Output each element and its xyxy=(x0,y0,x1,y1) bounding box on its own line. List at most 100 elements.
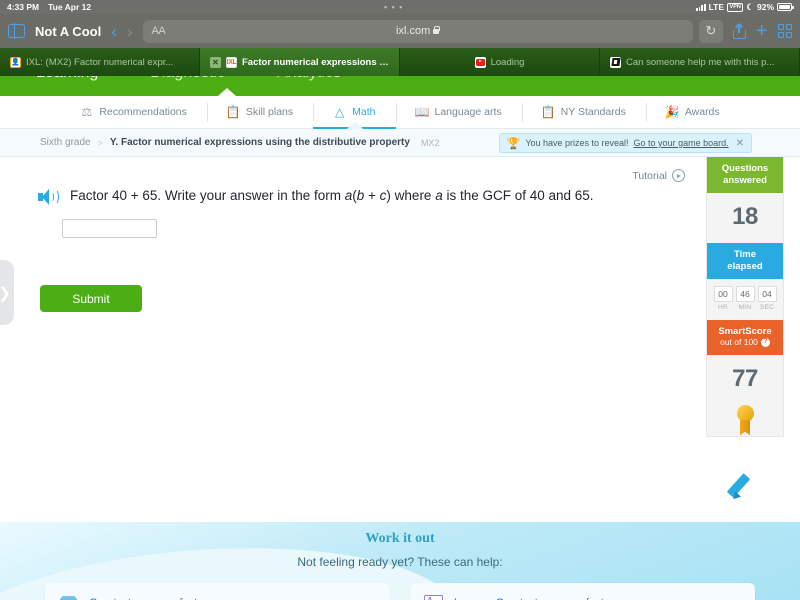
prize-message: You have prizes to reveal! xyxy=(525,138,629,148)
battery-percent: 92% xyxy=(756,2,774,12)
question-part-3: is the GCF of 40 and 65. xyxy=(442,188,594,203)
game-board-link[interactable]: Go to your game board. xyxy=(634,138,729,148)
question-text: Factor 40 + 65. Write your answer in the… xyxy=(70,187,594,205)
tab-title: IXL: (MX2) Factor numerical expr... xyxy=(26,56,174,68)
work-it-out-section: Work it out Not feeling ready yet? These… xyxy=(0,522,800,600)
tutorial-label: Tutorial xyxy=(632,169,667,182)
chevron-right-icon: ❯ xyxy=(0,284,11,302)
time-elapsed-clock: 00 HR 46 MIN 04 SEC xyxy=(707,279,783,320)
smartscore-header: SmartScore out of 100? xyxy=(707,319,783,356)
subnav-label: Math xyxy=(352,106,376,118)
subnav-label: Skill plans xyxy=(245,106,294,118)
subnav-label: NY Standards xyxy=(560,106,626,118)
question-mark-icon[interactable]: ? xyxy=(760,338,770,348)
help-card-lesson[interactable]: Lesson: Greatest common factor xyxy=(410,583,755,600)
question-part-2: where xyxy=(390,188,436,203)
subnav-label: Recommendations xyxy=(99,106,187,118)
vpn-badge-icon: VPN xyxy=(727,2,744,12)
clock-minutes: 46 MIN xyxy=(735,285,755,311)
browser-tab[interactable]: 👤 IXL: (MX2) Factor numerical expr... xyxy=(0,48,200,76)
pencil-icon[interactable] xyxy=(726,470,758,502)
awards-icon: 🎉 xyxy=(664,105,680,119)
questions-answered-header: Questions answered xyxy=(707,157,783,193)
share-icon[interactable] xyxy=(732,23,746,39)
panel-collapse-handle[interactable]: ❯ xyxy=(0,260,14,325)
sidebar-item-ny-standards[interactable]: 📋 NY Standards xyxy=(521,96,646,129)
language-arts-icon: 📖 xyxy=(414,105,430,119)
nav-item-analytics[interactable]: Analytics xyxy=(277,76,341,82)
reload-icon[interactable]: ↻ xyxy=(698,19,723,43)
moon-icon: ☾ xyxy=(746,1,754,12)
forward-icon[interactable]: › xyxy=(127,23,133,40)
lock-icon xyxy=(433,26,441,34)
safari-toolbar: Not A Cool ‹ › AAAA ixl.com ↻ + xyxy=(0,14,800,48)
skill-plans-icon: 📋 xyxy=(225,105,241,119)
answer-input[interactable] xyxy=(62,219,157,238)
work-it-out-title: Work it out xyxy=(365,531,435,546)
question-part-1: Factor 40 + 65. Write your answer in the… xyxy=(70,188,345,203)
status-left: 4:33 PM Tue Apr 12 xyxy=(0,2,91,12)
submit-button[interactable]: Submit xyxy=(40,285,142,312)
tab-title: Factor numerical expressions usi... xyxy=(242,56,389,68)
browser-tab[interactable]: Loading xyxy=(400,48,600,76)
ixl-primary-nav: Learning Diagnostic Analytics xyxy=(0,76,800,96)
breadcrumb-grade[interactable]: Sixth grade xyxy=(40,137,91,148)
play-circle-icon xyxy=(672,169,685,182)
question-row: Factor 40 + 65. Write your answer in the… xyxy=(38,187,594,205)
browser-tab-active[interactable]: ✕ IXL Factor numerical expressions usi..… xyxy=(200,48,400,76)
questions-answered-value: 18 xyxy=(732,202,758,230)
new-tab-icon[interactable]: + xyxy=(756,21,768,41)
standards-icon: 📋 xyxy=(540,105,556,119)
ixl-sub-nav: ⚖ Recommendations 📋 Skill plans △ Math 📖… xyxy=(0,96,800,130)
tab-overview-icon[interactable] xyxy=(777,23,792,39)
youtube-favicon xyxy=(474,56,486,68)
ixl-favicon: 👤 xyxy=(10,56,21,68)
back-icon[interactable]: ‹ xyxy=(111,23,117,40)
clock-hours: 00 HR xyxy=(713,285,733,311)
plus-sign: + xyxy=(364,188,380,203)
address-bar[interactable]: AAAA ixl.com xyxy=(142,19,693,43)
time-elapsed-header: Time elapsed xyxy=(707,242,783,279)
subnav-label: Awards xyxy=(684,106,720,118)
nav-item-diagnostic[interactable]: Diagnostic xyxy=(150,76,225,82)
profile-name[interactable]: Not A Cool xyxy=(35,24,101,39)
breadcrumb: Sixth grade > Y. Factor numerical expres… xyxy=(0,129,800,157)
network-type: LTE xyxy=(708,2,725,12)
nav-item-learning[interactable]: Learning xyxy=(36,76,98,82)
status-dots: • • • xyxy=(383,2,404,12)
sidebar-item-skill-plans[interactable]: 📋 Skill plans xyxy=(206,96,313,129)
whiteboard-icon xyxy=(424,595,443,600)
gem-icon xyxy=(59,595,78,600)
stats-panel: Questions answered 18 Time elapsed 00 HR… xyxy=(706,157,784,438)
close-icon[interactable]: ✕ xyxy=(736,138,744,149)
subnav-active-caret xyxy=(347,121,363,129)
prize-banner: 🏆 You have prizes to reveal! Go to your … xyxy=(498,133,752,153)
tab-title: Can someone help me with this p... xyxy=(626,56,775,68)
status-right: LTE VPN ☾ 92% xyxy=(696,2,800,13)
variable-a-2: a xyxy=(435,188,443,203)
close-tab-icon[interactable]: ✕ xyxy=(210,56,221,68)
speaker-icon[interactable] xyxy=(38,189,59,205)
help-cards: Greatest common factor Lesson: Greatest … xyxy=(0,569,800,600)
help-card-gcf[interactable]: Greatest common factor xyxy=(45,583,390,600)
ios-status-bar: 4:33 PM Tue Apr 12 • • • LTE VPN ☾ 92% xyxy=(0,0,800,14)
browser-tab-strip: 👤 IXL: (MX2) Factor numerical expr... ✕ … xyxy=(0,48,800,76)
browser-tab[interactable]: Can someone help me with this p... xyxy=(600,48,800,76)
sidebar-item-awards[interactable]: 🎉 Awards xyxy=(645,96,740,129)
sidebar-item-language-arts[interactable]: 📖 Language arts xyxy=(395,96,522,129)
recommendations-icon: ⚖ xyxy=(81,105,93,119)
tab-title: Loading xyxy=(490,56,525,68)
sidebar-icon[interactable] xyxy=(8,23,25,39)
signal-bars-icon xyxy=(696,3,706,11)
brainly-favicon xyxy=(610,56,621,68)
breadcrumb-skill: Y. Factor numerical expressions using th… xyxy=(109,137,410,148)
trophy-icon: 🏆 xyxy=(506,137,521,150)
question-area: ❯ Tutorial Factor 40 + 65. Write your an… xyxy=(0,157,800,522)
math-icon: △ xyxy=(335,105,345,119)
ixl-favicon: IXL xyxy=(226,56,237,68)
sidebar-item-recommendations[interactable]: ⚖ Recommendations xyxy=(60,96,207,129)
skill-code: MX2 xyxy=(420,137,440,148)
status-time: 4:33 PM xyxy=(7,2,40,12)
tutorial-link[interactable]: Tutorial xyxy=(632,169,685,182)
ribbon-medal-icon xyxy=(707,405,783,436)
